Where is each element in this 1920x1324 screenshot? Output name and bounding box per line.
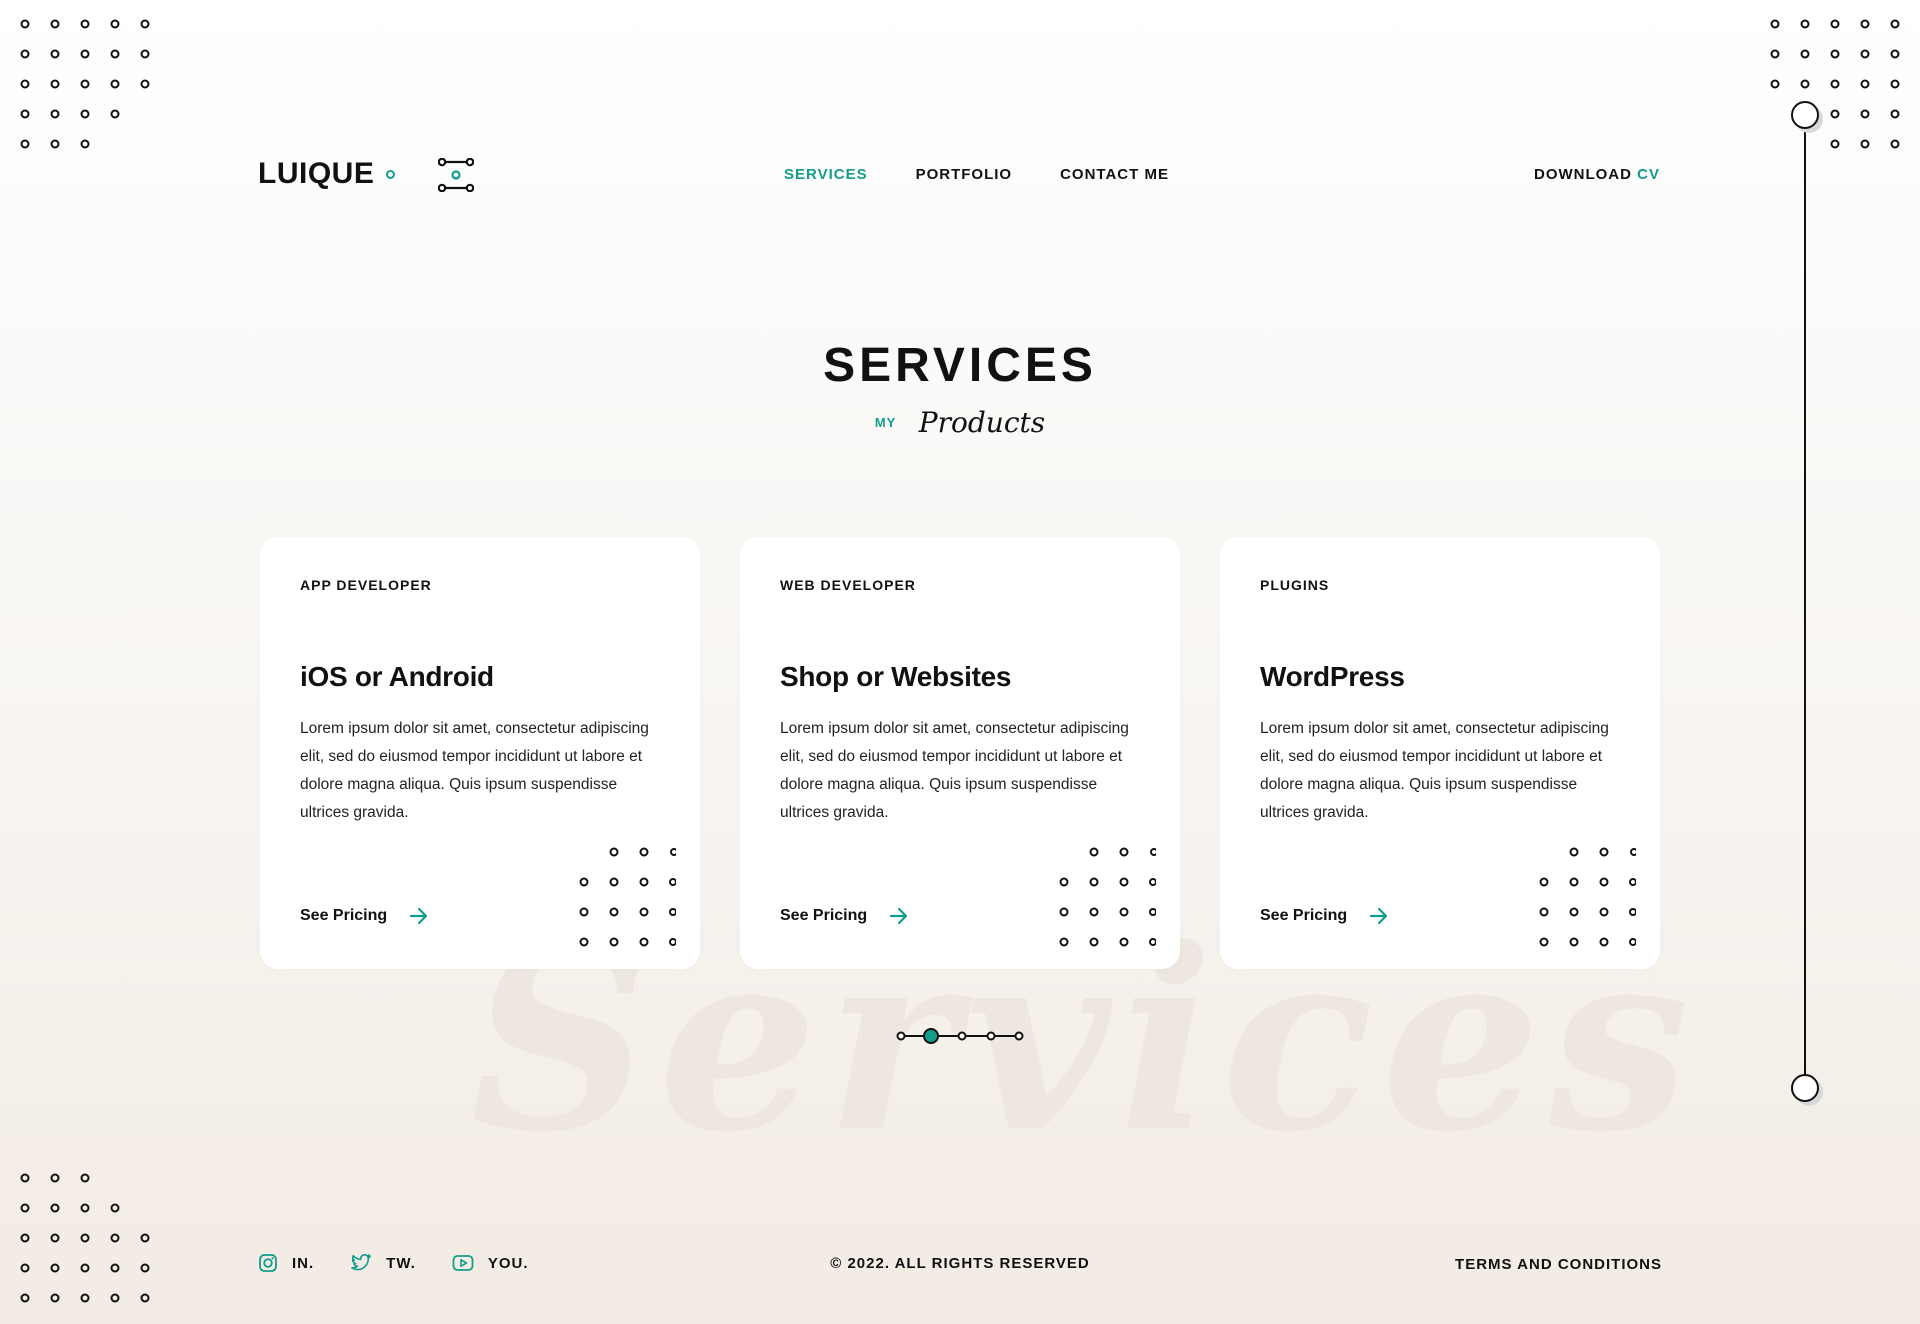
pager-dot-2-active[interactable] bbox=[923, 1028, 939, 1044]
nav-services[interactable]: SERVICES bbox=[784, 166, 868, 183]
see-pricing-label: See Pricing bbox=[1260, 907, 1348, 924]
scroll-rail-top-handle[interactable] bbox=[1791, 101, 1819, 129]
card-category: WEB DEVELOPER bbox=[780, 577, 916, 593]
dot-pattern-top-left bbox=[18, 18, 158, 158]
service-card: WEB DEVELOPER Shop or Websites Lorem ips… bbox=[740, 537, 1180, 969]
menu-toggle-icon[interactable] bbox=[437, 157, 475, 193]
scroll-rail bbox=[1804, 116, 1806, 1090]
card-dot-pattern bbox=[576, 847, 678, 952]
service-card: PLUGINS WordPress Lorem ipsum dolor sit … bbox=[1220, 537, 1660, 969]
scroll-rail-bottom-handle[interactable] bbox=[1791, 1074, 1819, 1102]
nav-contact[interactable]: CONTACT ME bbox=[1060, 166, 1169, 183]
terms-link[interactable]: TERMS AND CONDITIONS bbox=[1455, 1256, 1662, 1273]
card-dot-pattern bbox=[1056, 847, 1158, 952]
card-title: Shop or Websites bbox=[780, 661, 1012, 692]
see-pricing-link[interactable]: See Pricing bbox=[780, 907, 909, 925]
card-description: Lorem ipsum dolor sit amet, consectetur … bbox=[300, 720, 649, 821]
dot-grid bbox=[1770, 19, 1900, 149]
logo-dot-icon bbox=[386, 169, 396, 179]
pager-dot-1[interactable] bbox=[896, 1031, 906, 1041]
download-label: DOWNLOAD bbox=[1533, 166, 1632, 183]
pager-dot-4[interactable] bbox=[986, 1031, 996, 1041]
subtitle-script: Products bbox=[918, 406, 1046, 439]
card-description: Lorem ipsum dolor sit amet, consectetur … bbox=[780, 720, 1129, 821]
dot-grid bbox=[20, 1173, 150, 1303]
download-accent: CV bbox=[1637, 166, 1660, 183]
logo-text: LUIQUE bbox=[258, 157, 375, 190]
page-title: SERVICES bbox=[823, 339, 1097, 392]
dot-pattern-top-right bbox=[1768, 18, 1908, 158]
card-category: APP DEVELOPER bbox=[300, 577, 432, 593]
arrow-right-icon bbox=[890, 907, 908, 925]
dot-grid bbox=[20, 19, 150, 149]
card-dot-pattern bbox=[1536, 847, 1638, 952]
download-cv-link[interactable]: DOWNLOAD CV bbox=[1534, 166, 1660, 183]
nav-portfolio[interactable]: PORTFOLIO bbox=[916, 166, 1013, 183]
card-title: iOS or Android bbox=[300, 661, 494, 692]
dot-pattern-bottom-left bbox=[18, 1172, 158, 1312]
arrow-right-icon bbox=[410, 907, 428, 925]
main-navigation: SERVICES PORTFOLIO CONTACT ME bbox=[784, 166, 1169, 183]
logo[interactable]: LUIQUE bbox=[258, 157, 396, 191]
section-subtitle: MY Products bbox=[0, 406, 1920, 439]
pager-dot-3[interactable] bbox=[957, 1031, 967, 1041]
see-pricing-label: See Pricing bbox=[300, 907, 388, 924]
card-title: WordPress bbox=[1260, 661, 1405, 692]
subtitle-prefix: MY bbox=[874, 415, 897, 430]
card-description: Lorem ipsum dolor sit amet, consectetur … bbox=[1260, 720, 1609, 821]
service-card: APP DEVELOPER iOS or Android Lorem ipsum… bbox=[260, 537, 700, 969]
see-pricing-link[interactable]: See Pricing bbox=[1260, 907, 1389, 925]
card-category: PLUGINS bbox=[1260, 577, 1330, 593]
see-pricing-label: See Pricing bbox=[780, 907, 868, 924]
carousel-pager bbox=[896, 1027, 1026, 1050]
service-cards: APP DEVELOPER iOS or Android Lorem ipsum… bbox=[260, 537, 1660, 969]
see-pricing-link[interactable]: See Pricing bbox=[300, 907, 429, 925]
pager-dot-5[interactable] bbox=[1014, 1031, 1024, 1041]
arrow-right-icon bbox=[1370, 907, 1388, 925]
